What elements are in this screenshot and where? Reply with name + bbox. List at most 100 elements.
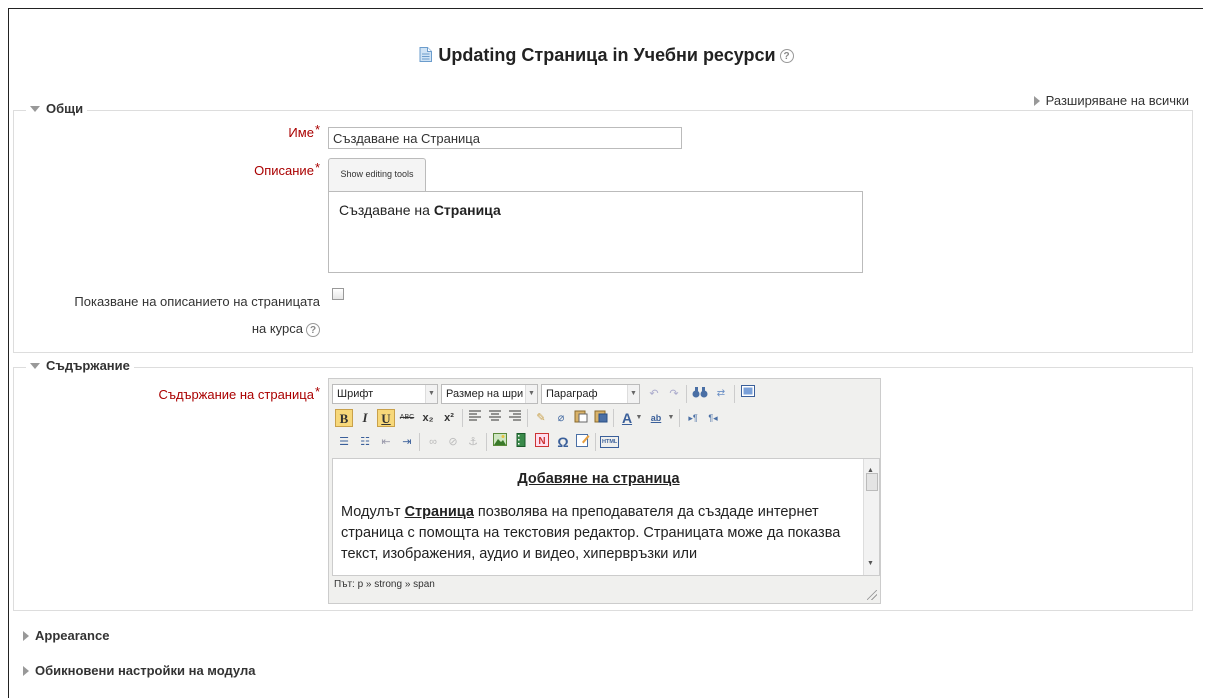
show-editing-tools-tab[interactable]: Show editing tools (328, 158, 426, 191)
name-label-text: Име (288, 125, 314, 140)
superscript-button[interactable]: x² (440, 409, 458, 427)
eraser-icon[interactable]: ⌀ (552, 409, 570, 427)
toolbar-separator (486, 433, 487, 451)
subscript-button[interactable]: x₂ (419, 409, 437, 427)
chevron-down-icon: ▼ (525, 385, 537, 403)
chevron-down-icon[interactable]: ▼ (666, 409, 676, 427)
film-icon (516, 433, 526, 447)
redo-icon[interactable]: ↷ (665, 385, 683, 403)
description-text: Създаване на (339, 202, 434, 218)
html-source-button[interactable]: HTML (600, 433, 620, 451)
editor-heading: Добавяне на страница (517, 471, 680, 487)
insert-edit-icon[interactable] (574, 433, 592, 451)
binoculars-icon (692, 387, 708, 398)
page-frame: Updating Страница in Учебни ресурси? Раз… (8, 8, 1203, 698)
font-family-select[interactable]: Шрифт ▼ (332, 384, 438, 404)
italic-button[interactable]: I (356, 409, 374, 427)
name-label: Име* (120, 122, 320, 140)
common-module-settings-toggle[interactable]: Обикновени настройки на модула (23, 663, 255, 678)
fullscreen-icon[interactable] (739, 385, 757, 403)
bold-button[interactable]: B (335, 409, 353, 427)
toolbar-separator (686, 385, 687, 403)
chevron-down-icon: ▼ (627, 385, 639, 403)
bullet-list-icon[interactable]: ☰ (335, 433, 353, 451)
replace-icon[interactable]: ⇄ (712, 385, 730, 403)
general-legend-text: Общи (46, 101, 84, 116)
media-icon[interactable] (512, 433, 530, 451)
toolbar-separator (527, 409, 528, 427)
moodle-media-icon[interactable]: N (533, 433, 551, 451)
paste-text-icon[interactable] (572, 409, 590, 427)
strikethrough-button[interactable]: ABC (398, 409, 416, 427)
page-content-area[interactable]: Добавяне на страница Модулът Страница по… (332, 458, 880, 576)
triangle-down-icon (30, 363, 40, 369)
page-title: Updating Страница in Учебни ресурси? (9, 45, 1204, 66)
description-editor[interactable]: Създаване на Страница (328, 191, 863, 273)
resize-handle-icon[interactable] (867, 590, 877, 600)
common-module-settings-label: Обикновени настройки на модула (35, 663, 256, 678)
unlink-icon[interactable]: ⊘ (444, 433, 462, 451)
show-description-checkbox[interactable] (332, 288, 344, 300)
clipboard-word-icon (594, 410, 608, 423)
picture-icon (493, 433, 507, 446)
align-left-icon[interactable] (466, 409, 484, 427)
align-center-icon[interactable] (486, 409, 504, 427)
find-icon[interactable] (691, 385, 709, 403)
paste-word-icon[interactable] (592, 409, 610, 427)
required-star: * (314, 122, 320, 137)
show-description-label: Показване на описанието на страницата на… (0, 288, 320, 342)
format-select[interactable]: Параграф ▼ (541, 384, 640, 404)
editor-para-before: Модулът (341, 504, 405, 520)
underline-button[interactable]: U (377, 409, 395, 427)
toolbar-separator (419, 433, 420, 451)
ltr-icon[interactable]: ▸¶ (684, 409, 702, 427)
highlight-color-button[interactable]: ab (647, 409, 665, 427)
cleanup-icon[interactable]: ✎ (532, 409, 550, 427)
appearance-section-toggle[interactable]: Appearance (23, 628, 109, 643)
name-input[interactable] (328, 127, 682, 149)
font-size-select[interactable]: Размер на шри ▼ (441, 384, 538, 404)
expand-all-label: Разширяване на всички (1045, 93, 1189, 108)
numbered-list-icon[interactable]: ☷ (356, 433, 374, 451)
undo-icon[interactable]: ↶ (645, 385, 663, 403)
scroll-thumb[interactable] (866, 473, 878, 491)
help-icon[interactable]: ? (779, 49, 794, 64)
page-content-editor: Шрифт ▼ Размер на шри ▼ Параграф ▼ ↶ ↷ ⇄ B … (328, 378, 881, 604)
help-icon[interactable]: ? (306, 322, 320, 337)
element-path: Път: p » strong » span (334, 579, 435, 590)
general-section: Общи Име* Описание* Show editing tools С… (13, 101, 1193, 353)
triangle-down-icon (30, 106, 40, 112)
outdent-icon[interactable]: ⇤ (377, 433, 395, 451)
image-icon[interactable] (491, 433, 509, 451)
anchor-icon[interactable]: ⚓ (464, 433, 482, 451)
triangle-right-icon (23, 631, 29, 641)
description-text-bold: Страница (433, 202, 501, 218)
moodle-icon: N (535, 433, 549, 447)
html-source-label: HTML (600, 436, 620, 448)
page-icon (419, 47, 433, 62)
general-legend[interactable]: Общи (26, 101, 88, 116)
content-legend-text: Съдържание (46, 358, 130, 373)
required-star: * (314, 160, 320, 175)
page-title-text: Updating Страница in Учебни ресурси (438, 45, 776, 65)
triangle-right-icon (1033, 96, 1040, 106)
special-char-button[interactable]: Ω (554, 433, 572, 451)
chevron-down-icon: ▼ (425, 385, 437, 403)
toolbar-separator (462, 409, 463, 427)
toolbar-separator (613, 409, 614, 427)
rtl-icon[interactable]: ¶◂ (704, 409, 722, 427)
align-right-icon[interactable] (506, 409, 524, 427)
triangle-right-icon (23, 666, 29, 676)
clipboard-icon (574, 410, 588, 423)
indent-icon[interactable]: ⇥ (398, 433, 416, 451)
scroll-down-icon[interactable]: ▼ (867, 553, 874, 574)
editor-para-bold: Страница (404, 504, 474, 520)
expand-all-link[interactable]: Разширяване на всички (1033, 93, 1189, 108)
edit-doc-icon (576, 434, 590, 447)
editor-paragraph: Модулът Страница позволява на преподават… (341, 502, 856, 565)
chevron-down-icon[interactable]: ▼ (634, 409, 644, 427)
content-legend[interactable]: Съдържание (26, 358, 134, 373)
align-left-glyph (469, 410, 481, 421)
vertical-scrollbar[interactable]: ▲ ▼ (863, 459, 879, 575)
link-icon[interactable]: ∞ (424, 433, 442, 451)
